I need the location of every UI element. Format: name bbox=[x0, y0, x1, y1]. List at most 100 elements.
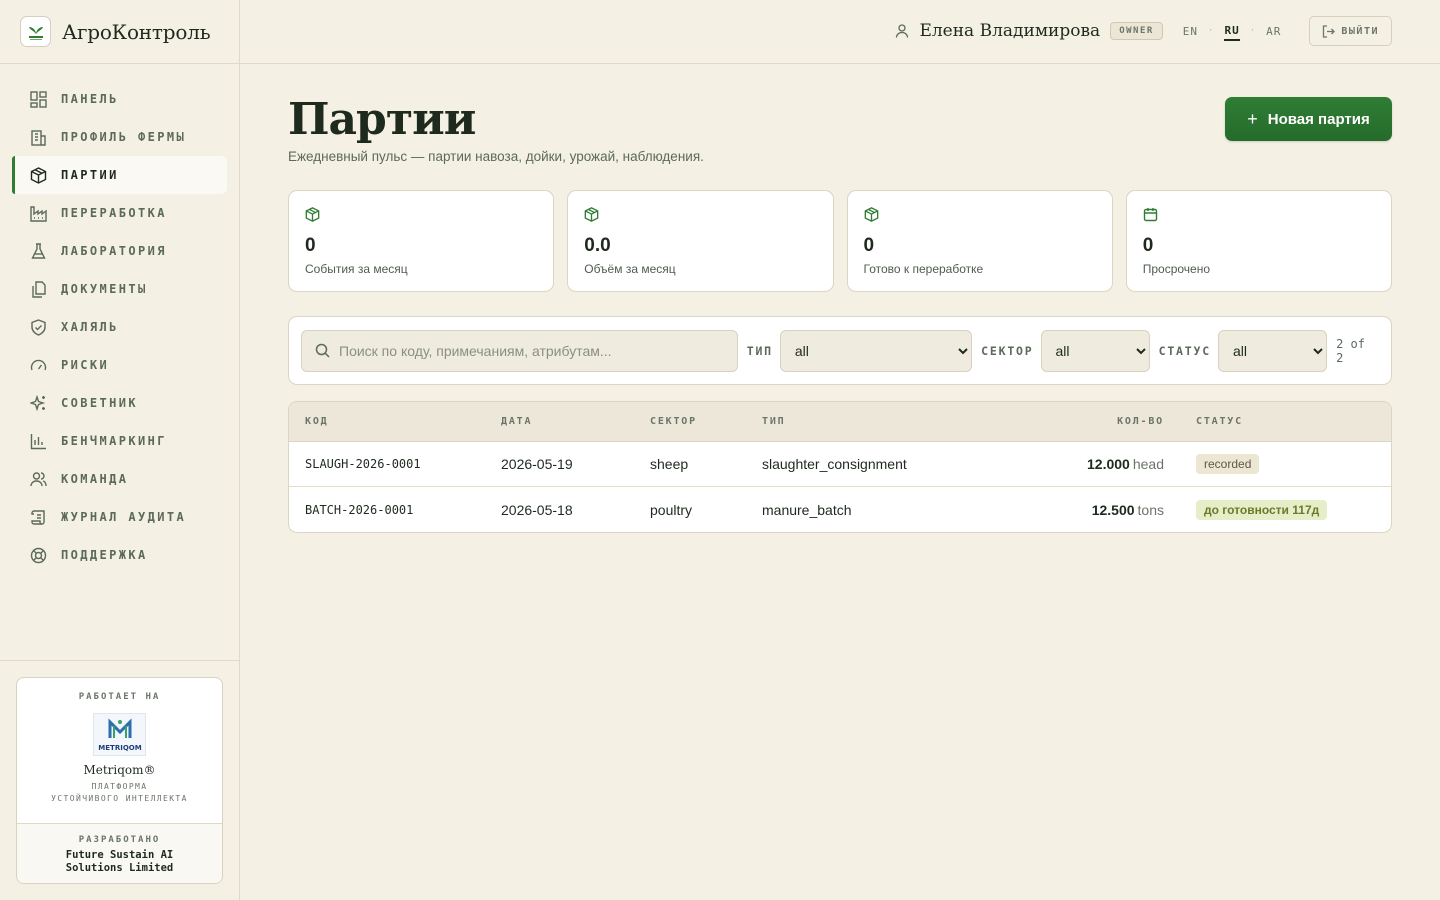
status-badge: до готовности 117д bbox=[1196, 499, 1328, 520]
package-icon bbox=[584, 207, 600, 223]
cell-date: 2026-05-19 bbox=[501, 456, 573, 472]
cell-date: 2026-05-18 bbox=[501, 501, 573, 518]
calendar-icon bbox=[1143, 207, 1159, 223]
column-header-status[interactable]: СТАТУС bbox=[1164, 416, 1243, 427]
stat-card-events: 0 События за месяц bbox=[288, 190, 555, 292]
sidebar-item-batches[interactable]: ПАРТИИ bbox=[12, 156, 227, 194]
sidebar-item-audit-log[interactable]: ЖУРНАЛ АУДИТА bbox=[12, 498, 227, 536]
column-header-code[interactable]: КОД bbox=[289, 416, 501, 427]
type-filter-select[interactable]: all bbox=[779, 329, 973, 372]
package-icon bbox=[305, 207, 321, 223]
stats-row: 0 События за месяц 0.0 Объём за месяц 0 … bbox=[288, 190, 1392, 292]
status-filter-select[interactable]: all bbox=[1217, 329, 1328, 372]
sidebar-item-laboratory[interactable]: ЛАБОРАТОРИЯ bbox=[12, 232, 227, 270]
cell-code: SLAUGH-2026-0001 bbox=[305, 457, 421, 471]
page-subtitle: Ежедневный пульс — партии навоза, дойки,… bbox=[288, 149, 704, 164]
top-bar: Елена Владимирова OWNER EN · RU · AR ВЫЙ… bbox=[240, 0, 1440, 64]
cell-qty: 12.000 head bbox=[957, 456, 1164, 472]
sidebar-item-support[interactable]: ПОДДЕРЖКА bbox=[12, 536, 227, 574]
logout-icon bbox=[1322, 24, 1336, 38]
developer-company: Future Sustain AI Solutions Limited bbox=[65, 849, 174, 874]
sidebar-item-processing[interactable]: ПЕРЕРАБОТКА bbox=[12, 194, 227, 232]
stat-label: Объём за месяц bbox=[584, 262, 676, 276]
user-name: Елена Владимирова bbox=[919, 21, 1101, 41]
plus-icon: + bbox=[1247, 108, 1258, 129]
logout-button[interactable]: ВЫЙТИ bbox=[1309, 16, 1392, 46]
stat-label: События за месяц bbox=[305, 262, 408, 276]
stat-value: 0.0 bbox=[584, 235, 611, 256]
sidebar-item-dashboard[interactable]: ПАНЕЛЬ bbox=[12, 80, 227, 118]
cell-type: slaughter_consignment bbox=[762, 456, 907, 472]
app-name: АгроКонтроль bbox=[62, 19, 211, 44]
search-input[interactable] bbox=[339, 342, 719, 359]
new-batch-button[interactable]: + Новая партия bbox=[1225, 97, 1392, 141]
language-ru[interactable]: RU bbox=[1224, 22, 1240, 41]
shield-check-icon bbox=[29, 318, 47, 336]
separator-dot: · bbox=[1249, 26, 1257, 36]
sidebar-item-risks[interactable]: РИСКИ bbox=[12, 346, 227, 384]
qty-value: 12.000 bbox=[1087, 456, 1130, 472]
metriqom-logo: METRIQOM bbox=[93, 713, 146, 756]
powered-subtitle: ПЛАТФОРМА УСТОЙЧИВОГО ИНТЕЛЛЕКТА bbox=[51, 782, 188, 803]
column-header-date[interactable]: ДАТА bbox=[501, 416, 650, 427]
sidebar-item-label: ЖУРНАЛ АУДИТА bbox=[61, 510, 187, 524]
dashboard-icon bbox=[29, 90, 47, 108]
building-icon bbox=[29, 128, 47, 146]
stat-value: 0 bbox=[1142, 235, 1154, 256]
package-icon bbox=[29, 166, 47, 184]
language-en[interactable]: EN bbox=[1183, 23, 1198, 40]
user-icon bbox=[895, 24, 909, 38]
page-title: Партии bbox=[288, 94, 476, 145]
sidebar-item-label: БЕНЧМАРКИНГ bbox=[61, 434, 167, 448]
users-icon bbox=[29, 470, 47, 488]
role-badge: OWNER bbox=[1110, 22, 1163, 40]
filter-bar: ТИП all СЕКТОР all СТАТУС all 2 of 2 bbox=[288, 316, 1392, 385]
cell-status: recorded bbox=[1164, 454, 1260, 474]
cell-qty: 12.500 tons bbox=[957, 502, 1164, 518]
result-count: 2 of 2 bbox=[1336, 336, 1365, 365]
column-header-sector[interactable]: СЕКТОР bbox=[650, 416, 762, 427]
table-row[interactable]: SLAUGH-2026-0001 2026-05-19 sheep slaugh… bbox=[289, 442, 1391, 487]
sidebar-item-label: ХАЛЯЛЬ bbox=[61, 320, 119, 334]
gauge-icon bbox=[29, 356, 47, 374]
language-switcher: EN · RU · AR bbox=[1183, 22, 1282, 41]
flask-icon bbox=[29, 242, 47, 260]
stat-value: 0 bbox=[863, 235, 875, 256]
sidebar-item-farm-profile[interactable]: ПРОФИЛЬ ФЕРМЫ bbox=[12, 118, 227, 156]
sidebar-item-label: СОВЕТНИК bbox=[61, 396, 138, 410]
stat-card-overdue: 0 Просрочено bbox=[1125, 190, 1392, 292]
sidebar-item-label: РИСКИ bbox=[61, 358, 110, 372]
sidebar-item-label: ПАНЕЛЬ bbox=[61, 92, 119, 106]
bar-chart-icon bbox=[29, 432, 47, 450]
search-box[interactable] bbox=[301, 329, 738, 372]
column-header-type[interactable]: ТИП bbox=[762, 416, 957, 427]
stat-value: 0 bbox=[305, 235, 316, 256]
user-area: Елена Владимирова OWNER EN · RU · AR ВЫЙ… bbox=[895, 16, 1392, 46]
cell-sector: sheep bbox=[650, 456, 689, 472]
new-batch-label: Новая партия bbox=[1267, 110, 1370, 128]
table-row[interactable]: BATCH-2026-0001 2026-05-18 poultry manur… bbox=[289, 487, 1391, 532]
powered-name: Metriqom® bbox=[83, 763, 156, 777]
package-icon bbox=[864, 207, 880, 223]
sidebar-item-halal[interactable]: ХАЛЯЛЬ bbox=[12, 308, 227, 346]
factory-icon bbox=[29, 204, 47, 222]
stat-label: Готово к переработке bbox=[863, 262, 984, 276]
sidebar-item-label: КОМАНДА bbox=[61, 472, 129, 486]
sidebar-item-advisor[interactable]: СОВЕТНИК bbox=[12, 384, 227, 422]
column-header-qty[interactable]: КОЛ-ВО bbox=[957, 416, 1164, 427]
sidebar-divider bbox=[0, 660, 239, 661]
cell-code: BATCH-2026-0001 bbox=[305, 502, 414, 517]
sidebar-nav: ПАНЕЛЬ ПРОФИЛЬ ФЕРМЫ ПАРТИИ ПЕРЕРАБОТКА … bbox=[0, 64, 239, 574]
files-icon bbox=[29, 280, 47, 298]
cell-status: до готовности 117д bbox=[1164, 499, 1328, 520]
logout-label: ВЫЙТИ bbox=[1341, 25, 1379, 37]
stat-card-volume: 0.0 Объём за месяц bbox=[567, 190, 834, 292]
qty-value: 12.500 bbox=[1091, 501, 1135, 518]
sidebar-item-benchmarking[interactable]: БЕНЧМАРКИНГ bbox=[12, 422, 227, 460]
language-ar[interactable]: AR bbox=[1266, 23, 1281, 40]
sector-filter-select[interactable]: all bbox=[1040, 329, 1150, 372]
brand[interactable]: АгроКонтроль bbox=[0, 0, 239, 64]
stat-card-ready: 0 Готово к переработке bbox=[846, 190, 1113, 292]
sidebar-item-documents[interactable]: ДОКУМЕНТЫ bbox=[12, 270, 227, 308]
sidebar-item-team[interactable]: КОМАНДА bbox=[12, 460, 227, 498]
